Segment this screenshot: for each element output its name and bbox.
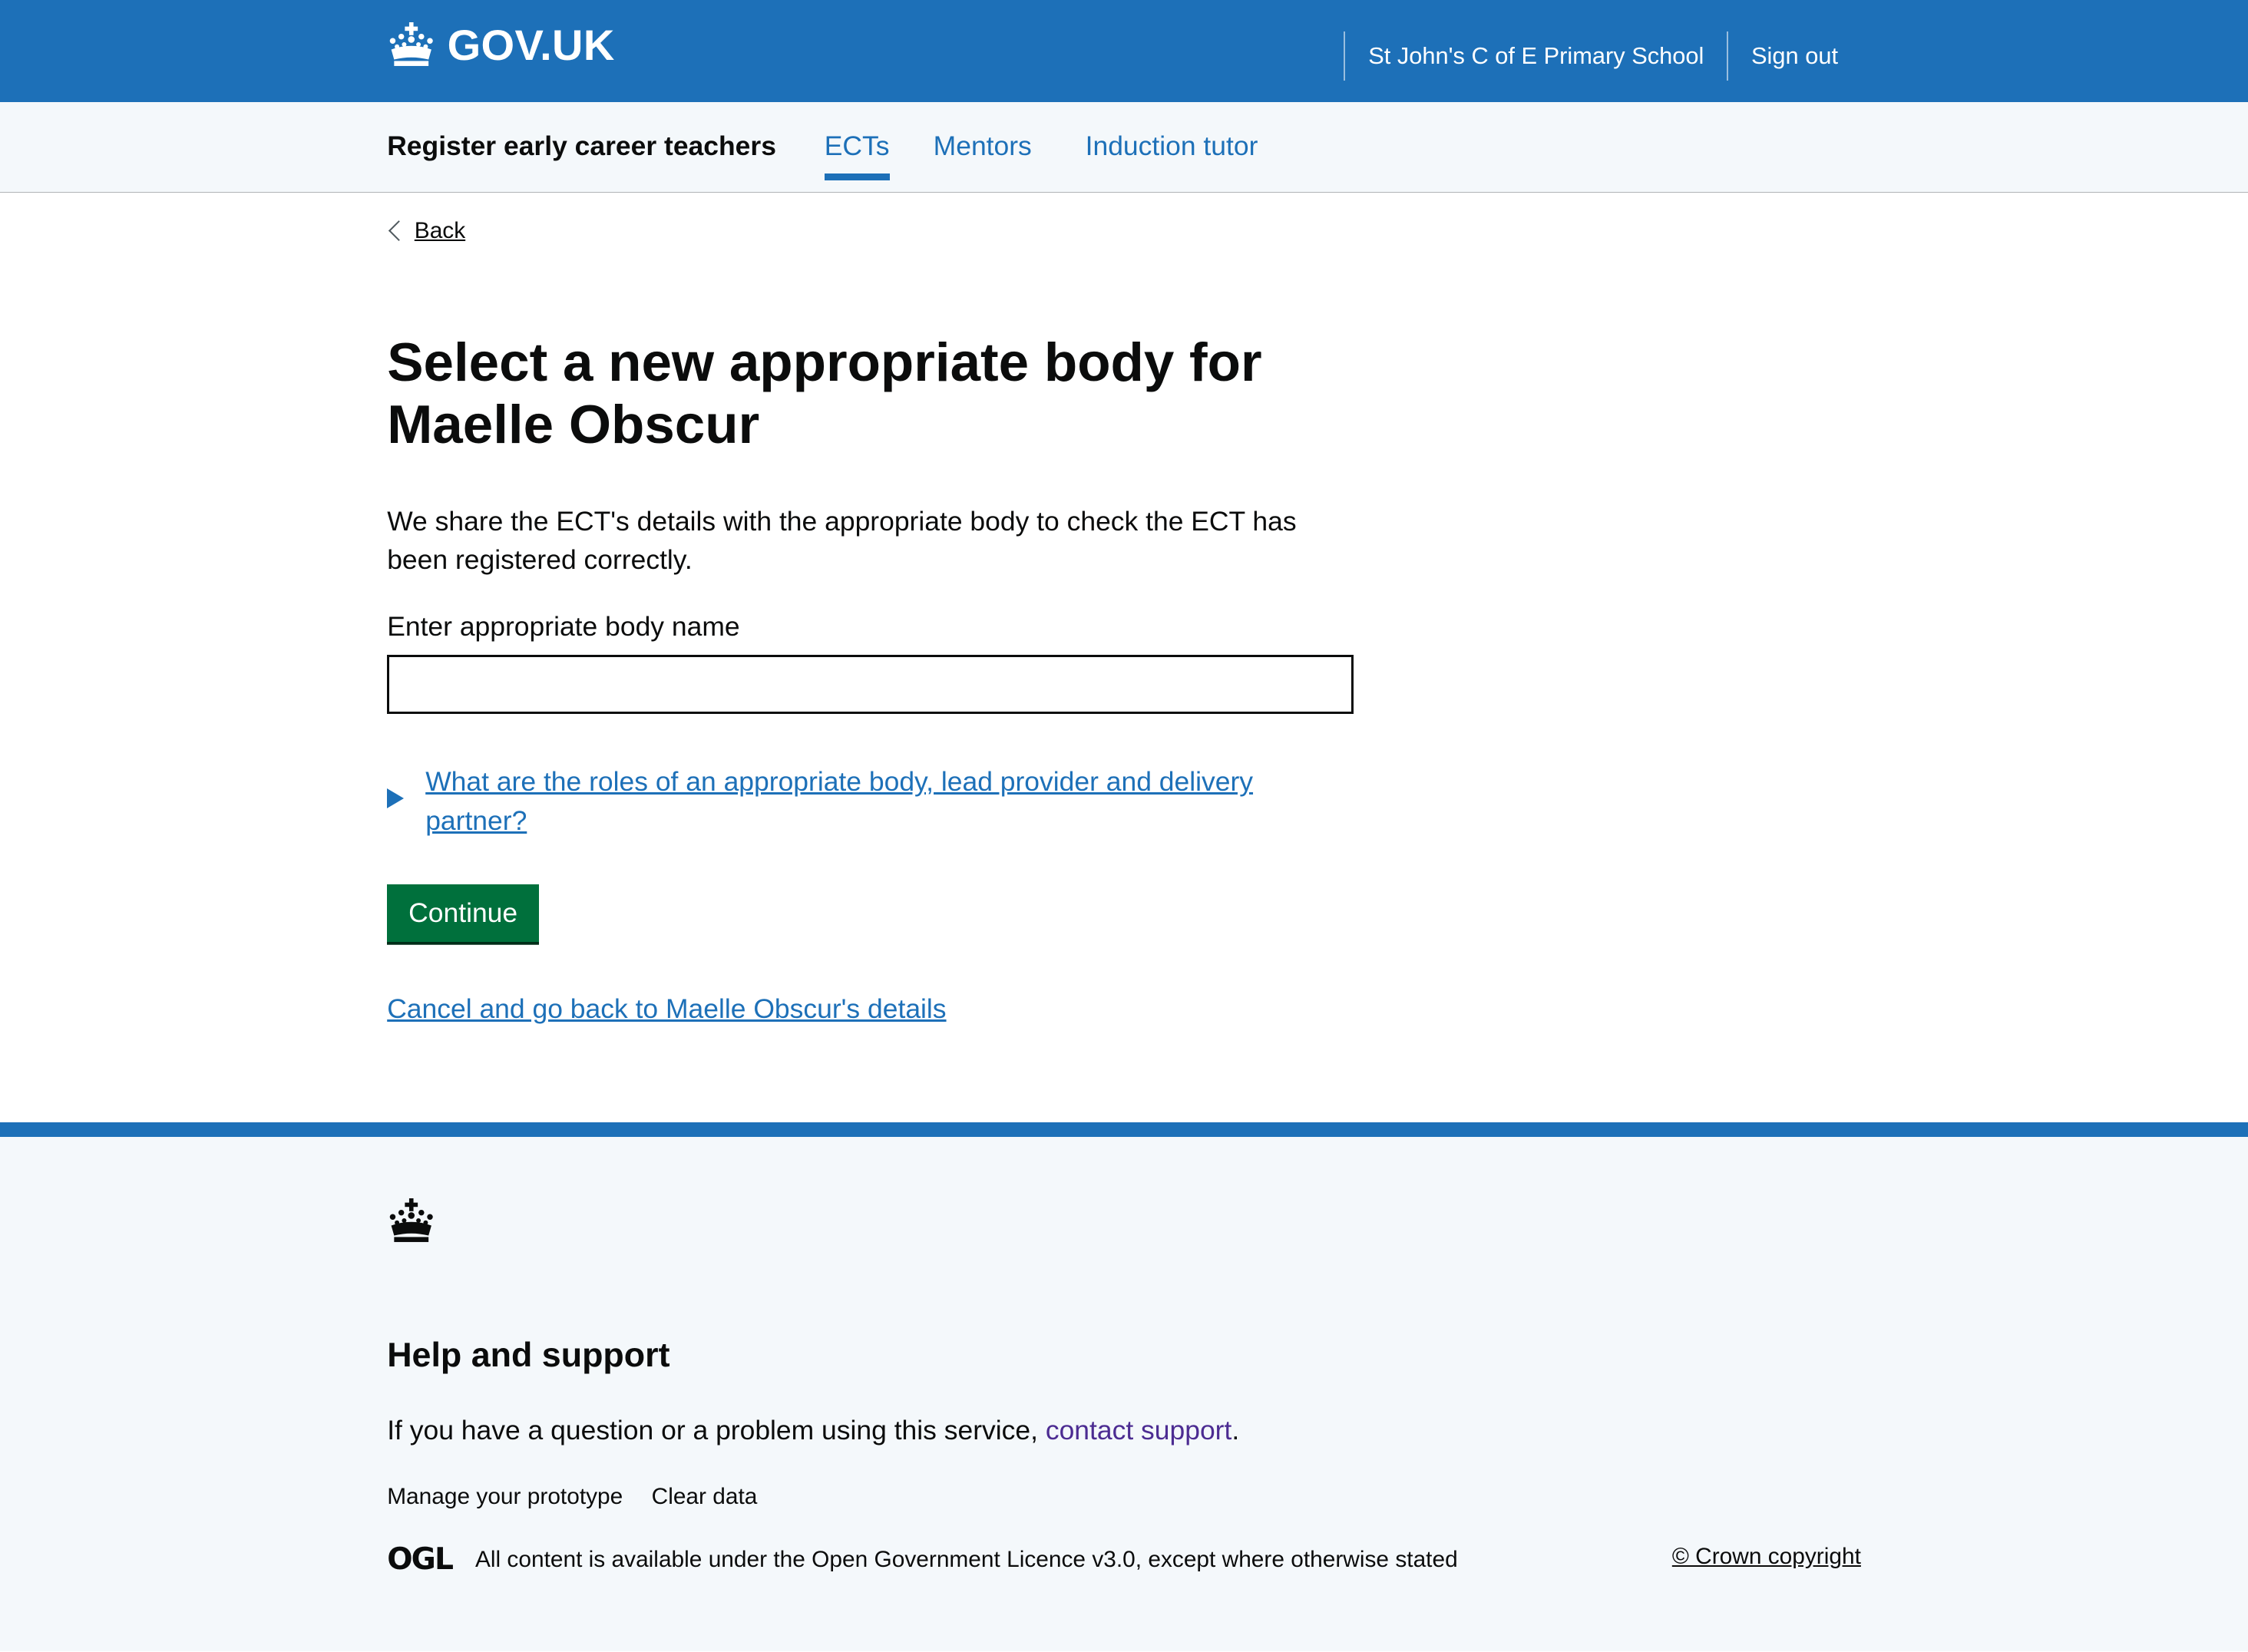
service-navigation: Register early career teachers ECTs Ment… — [0, 101, 2248, 193]
page-title: Select a new appropriate body for Maelle… — [387, 332, 1262, 455]
help-text-suffix: . — [1231, 1415, 1240, 1446]
govuk-logo-link[interactable]: GOV.UK — [387, 20, 615, 70]
footer-top-border — [0, 1122, 2248, 1137]
school-name: St John's C of E Primary School — [1368, 41, 1704, 69]
service-name[interactable]: Register early career teachers — [387, 131, 776, 162]
cancel-link[interactable]: Cancel and go back to Maelle Obscur's de… — [387, 993, 946, 1025]
nav-item-ects[interactable]: ECTs — [824, 131, 890, 180]
nav-item-mentors[interactable]: Mentors — [934, 131, 1032, 162]
header-account-nav: St John's C of E Primary School Sign out — [1344, 31, 1861, 81]
help-title: Help and support — [387, 1336, 670, 1375]
licence-suffix: , except where otherwise stated — [1135, 1546, 1458, 1572]
back-link-label: Back — [414, 217, 466, 243]
appropriate-body-label: Enter appropriate body name — [387, 610, 740, 642]
lead-paragraph: We share the ECT's details with the appr… — [387, 505, 1297, 575]
disclosure-triangle-icon — [387, 788, 404, 809]
sign-out-link[interactable]: Sign out — [1728, 42, 1861, 70]
licence-prefix: All content is available under the — [474, 1546, 805, 1572]
nav-item-induction-tutor[interactable]: Induction tutor — [1086, 131, 1258, 162]
open-government-licence-link[interactable]: Open Government Licence v3.0 — [812, 1547, 1136, 1573]
crown-icon — [389, 21, 433, 66]
continue-button[interactable]: Continue — [387, 884, 540, 942]
crown-icon — [389, 1198, 433, 1243]
back-link[interactable]: Back — [387, 218, 465, 244]
ogl-logo-icon: OGL — [387, 1542, 454, 1578]
roles-details[interactable]: What are the roles of an appropriate bod… — [387, 762, 1304, 840]
appropriate-body-input[interactable] — [387, 655, 1354, 715]
govuk-header: GOV.UK St John's C of E Primary School S… — [0, 0, 2248, 102]
govuk-logo-text: GOV.UK — [447, 21, 615, 70]
crown-copyright-link[interactable]: © Crown copyright — [1672, 1544, 1861, 1570]
clear-data-link[interactable]: Clear data — [652, 1484, 758, 1510]
contact-support-link[interactable]: contact support — [1046, 1415, 1232, 1446]
licence-line: OGL All content is available under the O… — [387, 1542, 1458, 1577]
roles-details-summary[interactable]: What are the roles of an appropriate bod… — [425, 762, 1304, 840]
help-text-prefix: If you have a question or a problem usin… — [387, 1415, 1038, 1446]
chevron-left-icon — [388, 220, 409, 242]
help-text: If you have a question or a problem usin… — [387, 1415, 1239, 1446]
footer-links: Manage your prototype Clear data — [387, 1484, 757, 1510]
manage-prototype-link[interactable]: Manage your prototype — [387, 1484, 623, 1510]
